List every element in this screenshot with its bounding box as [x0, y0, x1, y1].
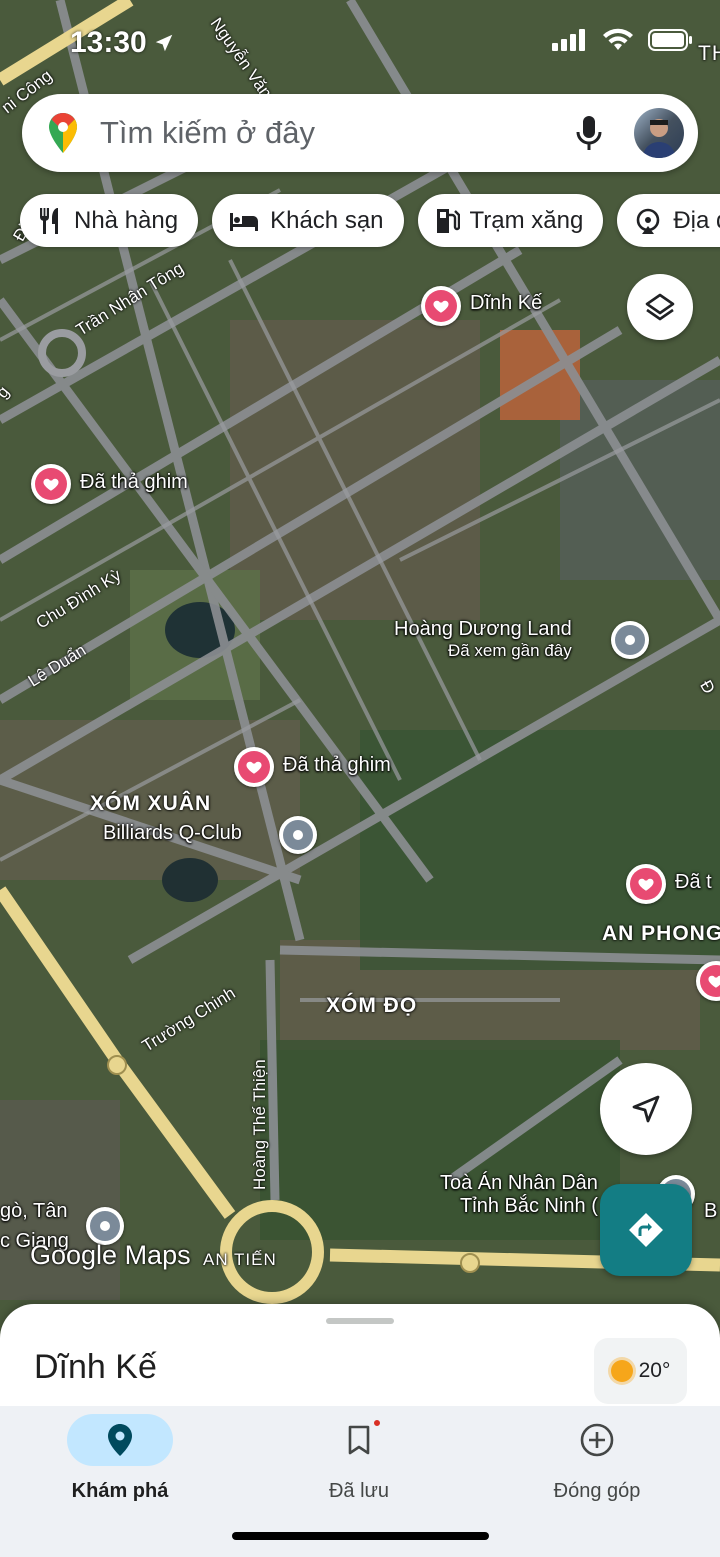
place-label-hoang-duong-land[interactable]: Hoàng Dương Land Đã xem gần đây	[394, 618, 572, 661]
layers-button[interactable]	[627, 274, 693, 340]
microphone-icon[interactable]	[574, 113, 604, 153]
place-sub: Đã xem gần đây	[447, 641, 572, 660]
sun-icon	[610, 1360, 633, 1382]
restaurant-icon	[40, 207, 58, 234]
chip-hotels[interactable]: Khách sạn	[212, 194, 404, 247]
place-label-billiards[interactable]: Billiards Q-Club	[103, 822, 242, 845]
heart-icon	[246, 761, 262, 774]
chip-label: Địa d	[673, 206, 720, 234]
temperature: 20°	[638, 1359, 671, 1382]
tab-saved[interactable]: Đã lưu	[279, 1414, 439, 1503]
sheet-drag-handle[interactable]	[326, 1318, 394, 1324]
category-chips: Nhà hàng Khách sạn Trạm xăng Địa d	[20, 194, 720, 247]
profile-avatar[interactable]	[634, 108, 684, 158]
add-circle-icon	[580, 1423, 614, 1457]
wifi-icon	[603, 28, 633, 50]
nav-label: Đã lưu	[328, 1480, 390, 1502]
place-label-pinned-2[interactable]: Đã thả ghim	[283, 754, 391, 777]
explore-pin-icon	[108, 1424, 132, 1456]
directions-button[interactable]	[600, 1184, 692, 1276]
area-label-xom-xuan: XÓM XUÂN	[90, 792, 212, 815]
chip-label: Trạm xăng	[469, 206, 584, 234]
search-bar[interactable]: Tìm kiếm ở đây	[22, 94, 698, 172]
google-maps-pin-icon	[49, 113, 77, 153]
road-label-hoang-the-thien: Hoàng Thế Thiện	[250, 1059, 269, 1190]
area-label-an-phong: AN PHONG	[602, 922, 720, 945]
place-label-dinh-ke[interactable]: Dĩnh Kế	[470, 292, 542, 315]
dropped-pin-3[interactable]	[626, 864, 666, 904]
gas-station-icon	[436, 208, 460, 233]
status-bar: 13:30	[0, 0, 720, 86]
home-indicator[interactable]	[232, 1532, 489, 1540]
area-label-xom-do: XÓM ĐỌ	[326, 994, 418, 1017]
place-name-line-1: Toà Án Nhân Dân	[440, 1172, 598, 1194]
hotel-icon	[230, 212, 259, 231]
signal-icon	[552, 29, 585, 51]
place-label-toa-an[interactable]: Toà Án Nhân Dân Tỉnh Bắc Ninh (	[440, 1172, 598, 1218]
navigation-arrow-icon	[632, 1095, 660, 1123]
chip-restaurants[interactable]: Nhà hàng	[20, 194, 199, 247]
notification-dot	[372, 1418, 382, 1428]
google-maps-logo: Google Maps	[30, 1240, 191, 1270]
place-name: Hoàng Dương Land	[394, 618, 572, 640]
weather-chip[interactable]: 20°	[594, 1338, 687, 1404]
area-label-an-tien: AN TIẾN	[203, 1250, 277, 1269]
place-name-line-2: Tỉnh Bắc Ninh (	[460, 1195, 598, 1217]
tab-explore[interactable]: Khám phá	[40, 1414, 200, 1503]
status-clock: 13:30	[70, 26, 175, 60]
place-label-edge-b: B	[704, 1200, 718, 1222]
nav-label: Đóng góp	[553, 1480, 641, 1502]
my-location-button[interactable]	[600, 1063, 692, 1155]
chip-label: Khách sạn	[270, 206, 384, 234]
heart-icon	[433, 300, 449, 313]
battery-icon	[648, 29, 692, 51]
saved-place-pin[interactable]	[421, 286, 461, 326]
directions-icon	[629, 1213, 663, 1247]
tab-contribute[interactable]: Đóng góp	[517, 1414, 677, 1503]
heart-icon	[708, 975, 720, 988]
heart-icon	[43, 478, 59, 491]
bookmark-icon	[348, 1425, 370, 1455]
dropped-pin-1[interactable]	[31, 464, 71, 504]
chip-label: Nhà hàng	[74, 206, 179, 234]
sheet-title: Dĩnh Kế	[34, 1348, 157, 1386]
place-label-pinned-3[interactable]: Đã t	[675, 871, 712, 894]
location-arrow-icon	[155, 34, 172, 52]
nav-label: Khám phá	[71, 1480, 169, 1502]
status-icons	[552, 28, 694, 52]
recent-place-pin[interactable]	[611, 621, 649, 659]
search-placeholder[interactable]: Tìm kiếm ở đây	[100, 115, 574, 151]
clock-time: 13:30	[70, 26, 147, 59]
avatar-image	[642, 119, 676, 158]
layers-icon	[645, 293, 675, 321]
place-pin-billiards[interactable]	[279, 816, 317, 854]
chip-gas-stations[interactable]: Trạm xăng	[417, 194, 604, 247]
attraction-icon	[637, 208, 660, 234]
dropped-pin-2[interactable]	[234, 747, 274, 787]
place-label-pinned-1[interactable]: Đã thả ghim	[80, 471, 188, 494]
chip-attractions[interactable]: Địa d	[617, 194, 720, 247]
heart-icon	[638, 878, 654, 891]
place-label-left-1: gò, Tân	[0, 1200, 68, 1222]
